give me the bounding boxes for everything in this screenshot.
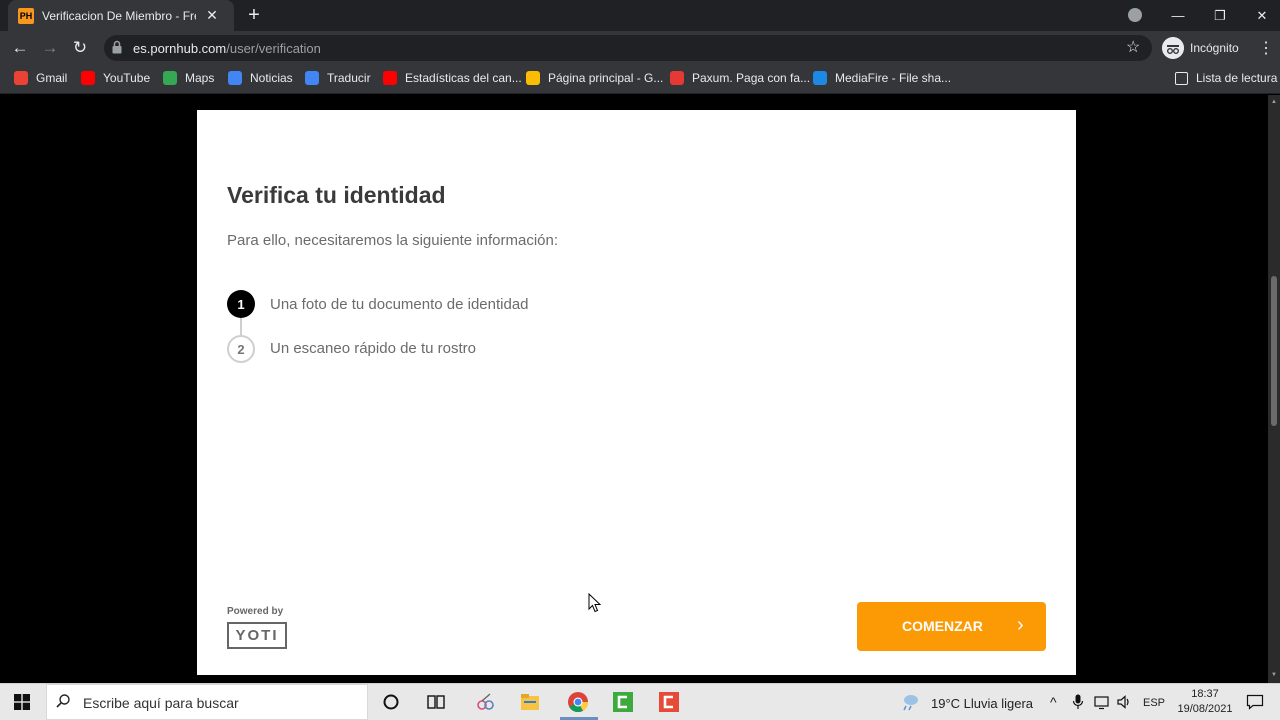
reading-list-label: Lista de lectura <box>1196 71 1278 85</box>
start-button-label: COMENZAR <box>902 618 983 634</box>
url-text[interactable]: es.pornhub.com/user/verification <box>133 41 321 56</box>
new-tab-button[interactable]: + <box>244 4 264 26</box>
microphone-icon[interactable] <box>1072 694 1084 710</box>
clock-time: 18:37 <box>1191 688 1219 700</box>
reload-icon[interactable]: ↻ <box>68 36 92 60</box>
gmail-icon <box>14 71 28 85</box>
incognito-label[interactable]: Incógnito <box>1190 41 1239 55</box>
chrome-icon[interactable] <box>567 691 589 713</box>
language-indicator[interactable]: ESP <box>1143 697 1165 709</box>
bookmark-item[interactable]: Gmail <box>14 70 67 86</box>
yoti-logo: YOTI <box>227 622 287 649</box>
url-domain: es.pornhub.com <box>133 41 227 56</box>
step-connector <box>240 318 242 335</box>
adsense-icon <box>526 71 540 85</box>
bookmark-item[interactable]: Maps <box>163 70 214 86</box>
forward-arrow-icon[interactable]: → <box>38 36 62 60</box>
news-icon <box>228 71 242 85</box>
weather-rain-icon[interactable] <box>900 693 920 711</box>
volume-icon[interactable] <box>1116 694 1132 710</box>
browser-tab-active[interactable]: PH Verificacion De Miembro - Free P ✕ <box>8 0 234 31</box>
back-arrow-icon[interactable]: ← <box>8 36 32 60</box>
step-1-label: Una foto de tu documento de identidad <box>270 296 529 313</box>
bookmark-item[interactable]: Paxum. Paga con fa... <box>670 70 810 86</box>
bookmark-label: Gmail <box>36 71 68 85</box>
bookmark-label: MediaFire - File sha... <box>835 71 952 85</box>
snipping-tool-icon[interactable] <box>474 691 496 713</box>
clock-date: 19/08/2021 <box>1177 703 1233 715</box>
windows-start-icon[interactable] <box>14 694 30 710</box>
reading-list-button[interactable]: Lista de lectura <box>1175 70 1277 86</box>
bookmark-label: Noticias <box>250 71 293 85</box>
scroll-up-icon[interactable]: ▲ <box>1271 99 1277 105</box>
camtasia-red-icon[interactable] <box>658 691 680 713</box>
minimize-button[interactable]: — <box>1156 0 1200 31</box>
browser-menu-icon[interactable]: ⋮ <box>1258 38 1274 58</box>
network-icon[interactable] <box>1094 694 1110 710</box>
bookmark-item[interactable]: YouTube <box>81 70 150 86</box>
translate-icon <box>305 71 319 85</box>
bookmark-label: Página principal - G... <box>548 71 664 85</box>
bookmark-label: Paxum. Paga con fa... <box>692 71 811 85</box>
search-icon <box>56 694 70 708</box>
restore-button[interactable]: ❐ <box>1198 0 1242 31</box>
bookmark-label: Estadísticas del can... <box>405 71 522 85</box>
clock[interactable]: 18:37 19/08/2021 <box>1172 687 1238 717</box>
bookmark-label: YouTube <box>103 71 151 85</box>
bookmark-item[interactable]: Estadísticas del can... <box>383 70 522 86</box>
youtube-icon <box>383 71 397 85</box>
maps-icon <box>163 71 177 85</box>
bookmark-item[interactable]: MediaFire - File sha... <box>813 70 951 86</box>
bookmark-item[interactable]: Traducir <box>305 70 371 86</box>
taskbar-search-placeholder[interactable]: Escribe aquí para buscar <box>83 695 239 711</box>
bookmark-item[interactable]: Página principal - G... <box>526 70 663 86</box>
notifications-icon[interactable] <box>1246 694 1264 710</box>
incognito-icon[interactable] <box>1162 37 1184 59</box>
url-path: /user/verification <box>226 41 321 56</box>
paxum-icon <box>670 71 684 85</box>
chevron-right-icon: › <box>1017 614 1024 636</box>
bookmark-item[interactable]: Noticias <box>228 70 293 86</box>
scrollbar-thumb[interactable] <box>1271 276 1277 426</box>
site-favicon-icon: PH <box>18 7 34 24</box>
camtasia-green-icon[interactable] <box>612 691 634 713</box>
reading-list-icon <box>1175 71 1188 85</box>
bookmark-label: Traducir <box>327 71 371 85</box>
page-subtitle: Para ello, necesitaremos la siguiente in… <box>227 232 559 249</box>
lock-icon <box>112 40 122 54</box>
mediafire-icon <box>813 71 827 85</box>
mouse-cursor-icon <box>588 593 602 613</box>
task-view-icon[interactable] <box>425 691 447 713</box>
scroll-down-icon[interactable]: ▼ <box>1271 672 1277 678</box>
youtube-icon <box>81 71 95 85</box>
step-2-label: Un escaneo rápido de tu rostro <box>270 340 476 357</box>
step-2-badge: 2 <box>227 335 255 363</box>
bookmark-star-icon[interactable]: ☆ <box>1126 37 1140 57</box>
chevron-up-icon[interactable]: ^ <box>1050 694 1057 710</box>
tab-title: Verificacion De Miembro - Free P <box>42 8 196 23</box>
cortana-icon[interactable] <box>380 691 402 713</box>
file-explorer-icon[interactable] <box>519 691 541 713</box>
start-button[interactable]: COMENZAR › <box>857 602 1046 651</box>
step-1-badge: 1 <box>227 290 255 318</box>
powered-by-label: Powered by <box>227 606 284 617</box>
tab-search-icon[interactable] <box>1128 8 1142 22</box>
bookmark-label: Maps <box>185 71 215 85</box>
tab-close-icon[interactable]: ✕ <box>204 7 220 24</box>
close-window-button[interactable]: ✕ <box>1240 0 1280 31</box>
weather-text[interactable]: 19°C Lluvia ligera <box>931 696 1033 711</box>
page-title: Verifica tu identidad <box>227 182 446 208</box>
